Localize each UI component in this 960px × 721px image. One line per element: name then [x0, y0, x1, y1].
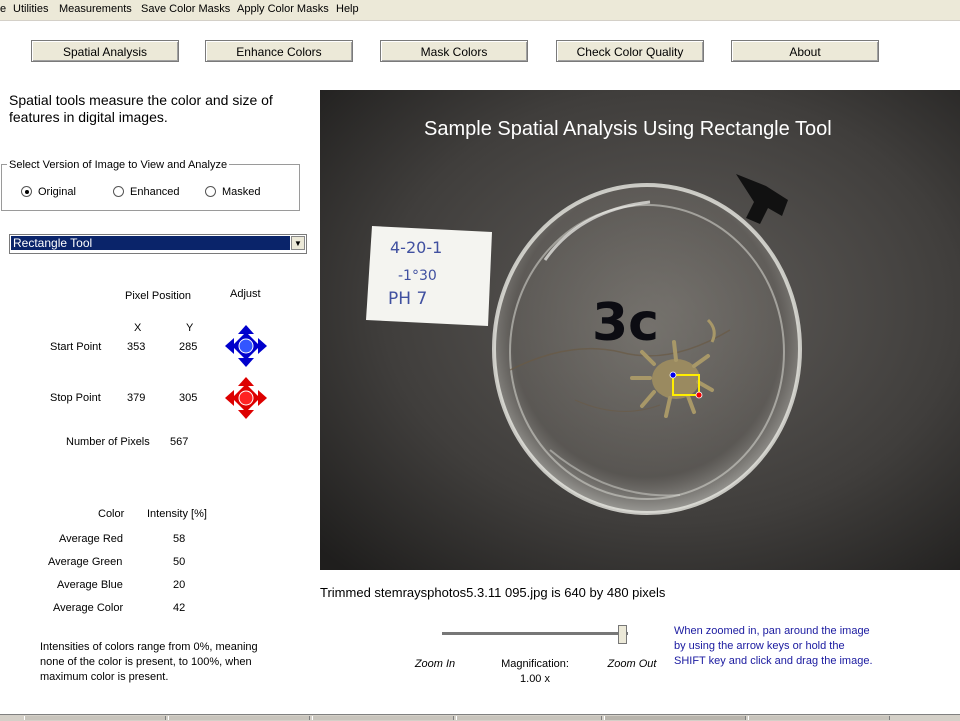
taskbar-button[interactable] — [168, 716, 310, 720]
paper-label: 4-20-1 -1°30 PH 7 — [366, 226, 492, 326]
start-point-label: Start Point — [50, 341, 102, 353]
y-column-header: Y — [186, 322, 194, 334]
average-blue-label: Average Blue — [57, 579, 123, 591]
paper-label-line-2: -1°30 — [398, 268, 437, 284]
tab-spatial-analysis[interactable]: Spatial Analysis — [31, 40, 179, 62]
intro-text: Spatial tools measure the color and size… — [9, 92, 273, 125]
magnification-label: Magnification: — [501, 658, 569, 670]
radio-original-label[interactable]: Original — [38, 186, 76, 198]
stop-point-y: 305 — [179, 392, 198, 404]
taskbar-button[interactable] — [456, 716, 602, 720]
intensity-note: Intensities of colors range from 0%, mea… — [40, 641, 258, 683]
stop-point-label: Stop Point — [50, 392, 101, 404]
menu-bar: e Utilities Measurements Save Color Mask… — [0, 0, 960, 21]
image-caption: Trimmed stemraysphotos5.3.11 095.jpg is … — [320, 585, 666, 600]
number-of-pixels-value: 567 — [170, 436, 189, 448]
paper-label-line-1: 4-20-1 — [390, 238, 442, 257]
taskbar-button[interactable] — [24, 716, 166, 720]
taskbar-button[interactable] — [604, 716, 746, 720]
dish-mark: 3c — [592, 293, 659, 353]
zoom-slider-track[interactable] — [442, 632, 628, 636]
x-column-header: X — [134, 322, 142, 334]
tab-check-color-quality[interactable]: Check Color Quality — [556, 40, 704, 62]
magnification-value: 1.00 x — [520, 673, 550, 685]
average-color-value: 42 — [173, 602, 186, 614]
number-of-pixels-label: Number of Pixels — [66, 436, 150, 448]
pixel-position-header: Pixel Position — [125, 290, 192, 302]
zoom-slider-thumb[interactable] — [618, 625, 627, 644]
menu-item-utilities[interactable]: Utilities — [13, 3, 48, 15]
zoom-in-label[interactable]: Zoom In — [410, 657, 460, 672]
radio-enhanced-label[interactable]: Enhanced — [130, 186, 180, 198]
taskbar-button[interactable] — [312, 716, 454, 720]
paper-label-line-3: PH 7 — [388, 289, 427, 309]
petri-dish: 3c — [492, 183, 802, 515]
radio-original[interactable] — [21, 186, 32, 197]
average-green-value: 50 — [173, 556, 186, 568]
stop-point-x: 379 — [127, 392, 146, 404]
stop-handle-icon[interactable] — [695, 391, 703, 399]
average-red-value: 58 — [173, 533, 186, 545]
average-blue-value: 20 — [173, 579, 186, 591]
radio-enhanced[interactable] — [113, 186, 124, 197]
menu-item-help[interactable]: Help — [336, 3, 359, 15]
start-point-x: 353 — [127, 341, 146, 353]
tool-dropdown[interactable]: Rectangle Tool ▼ — [9, 234, 307, 254]
version-group-legend: Select Version of Image to View and Anal… — [7, 159, 230, 171]
menu-item-file[interactable]: e — [0, 3, 6, 15]
average-red-label: Average Red — [59, 533, 124, 545]
taskbar-button[interactable] — [748, 716, 890, 720]
average-color-label: Average Color — [53, 602, 124, 614]
red-direction-pad-icon[interactable] — [224, 376, 268, 420]
menu-item-save-color-masks[interactable]: Save Color Masks — [141, 3, 230, 15]
start-point-y: 285 — [179, 341, 198, 353]
tab-mask-colors[interactable]: Mask Colors — [380, 40, 528, 62]
menu-item-apply-color-masks[interactable]: Apply Color Masks — [237, 3, 329, 15]
tab-about[interactable]: About — [731, 40, 879, 62]
intensity-column-header: Intensity [%] — [147, 508, 207, 520]
start-handle-icon[interactable] — [669, 371, 677, 379]
adjust-header: Adjust — [230, 288, 261, 300]
average-green-label: Average Green — [48, 556, 123, 568]
magnification-block: Magnification: 1.00 x — [490, 657, 580, 687]
analysis-photo[interactable]: 4-20-1 -1°30 PH 7 3c Sample Spatial Anal… — [320, 90, 960, 570]
radio-masked[interactable] — [205, 186, 216, 197]
photo-title: Sample Spatial Analysis Using Rectangle … — [424, 118, 832, 140]
blue-direction-pad-icon[interactable] — [224, 324, 268, 368]
tool-dropdown-value: Rectangle Tool — [11, 236, 290, 250]
menu-item-measurements[interactable]: Measurements — [59, 3, 132, 15]
pan-help-text: When zoomed in, pan around the image by … — [674, 625, 873, 667]
zoom-out-label[interactable]: Zoom Out — [607, 657, 657, 672]
color-column-header: Color — [98, 508, 125, 520]
radio-masked-label[interactable]: Masked — [222, 186, 261, 198]
dropdown-arrow-icon[interactable]: ▼ — [291, 236, 305, 250]
tab-enhance-colors[interactable]: Enhance Colors — [205, 40, 353, 62]
